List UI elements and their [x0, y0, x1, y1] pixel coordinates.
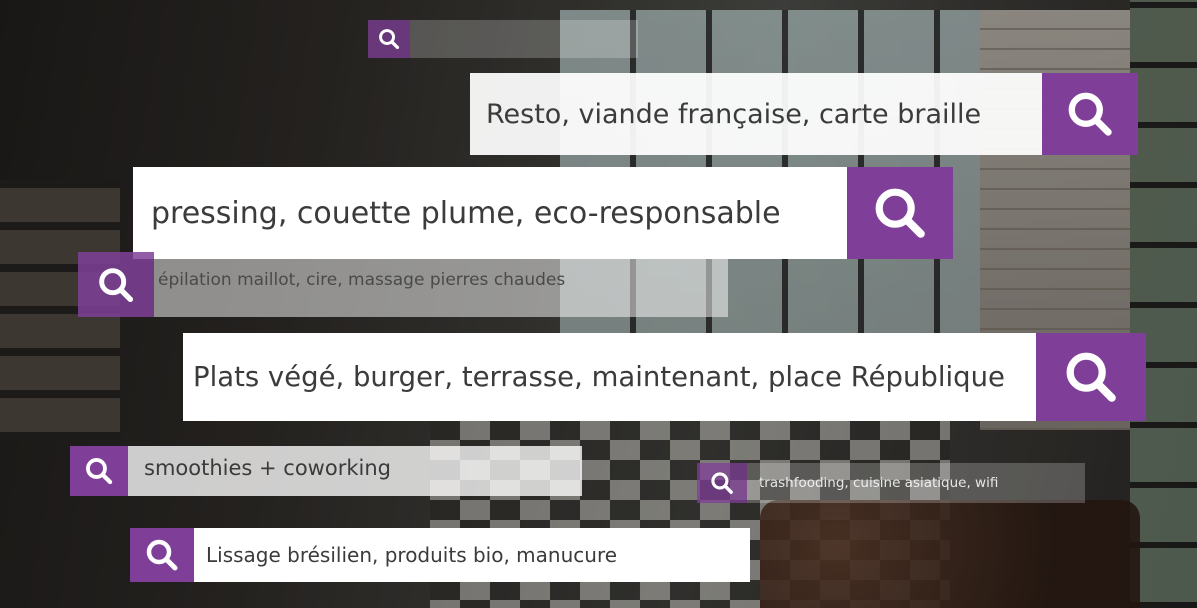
search-button-smoothies[interactable]: [70, 446, 128, 496]
search-icon: [868, 181, 932, 245]
search-button-epilation[interactable]: [78, 252, 154, 317]
search-icon: [376, 26, 402, 52]
search-icon: [82, 454, 116, 488]
search-bar-pressing: pressing, couette plume, eco-responsable: [133, 167, 953, 259]
search-input-top[interactable]: [410, 20, 638, 58]
search-button-resto[interactable]: [1042, 73, 1138, 155]
search-input-smoothies[interactable]: smoothies + coworking: [128, 446, 582, 496]
search-button-pressing[interactable]: [847, 167, 953, 259]
search-input-plats[interactable]: Plats végé, burger, terrasse, maintenant…: [183, 333, 1036, 421]
search-bar-epilation: épilation maillot, cire, massage pierres…: [78, 252, 728, 317]
search-bar-lissage: Lissage brésilien, produits bio, manucur…: [130, 528, 750, 582]
search-input-trashfooding[interactable]: trashfooding, cuisine asiatique, wifi: [747, 463, 1085, 503]
search-icon: [1062, 86, 1118, 142]
search-bar-top: [368, 20, 638, 58]
search-icon: [1059, 345, 1123, 409]
search-bar-plats: Plats végé, burger, terrasse, maintenant…: [183, 333, 1146, 421]
search-input-pressing[interactable]: pressing, couette plume, eco-responsable: [133, 167, 847, 259]
search-bar-trashfooding: trashfooding, cuisine asiatique, wifi: [697, 463, 1085, 503]
search-button-top[interactable]: [368, 20, 410, 58]
search-input-lissage[interactable]: Lissage brésilien, produits bio, manucur…: [194, 528, 750, 582]
search-button-lissage[interactable]: [130, 528, 194, 582]
search-input-epilation[interactable]: épilation maillot, cire, massage pierres…: [154, 252, 728, 317]
search-icon: [708, 469, 736, 497]
search-icon: [142, 535, 182, 575]
search-input-resto[interactable]: Resto, viande française, carte braille: [470, 73, 1042, 155]
search-button-plats[interactable]: [1036, 333, 1146, 421]
search-icon: [94, 263, 138, 307]
search-button-trashfooding[interactable]: [697, 463, 747, 503]
search-bar-resto: Resto, viande française, carte braille: [470, 73, 1138, 155]
search-bar-smoothies: smoothies + coworking: [70, 446, 582, 496]
